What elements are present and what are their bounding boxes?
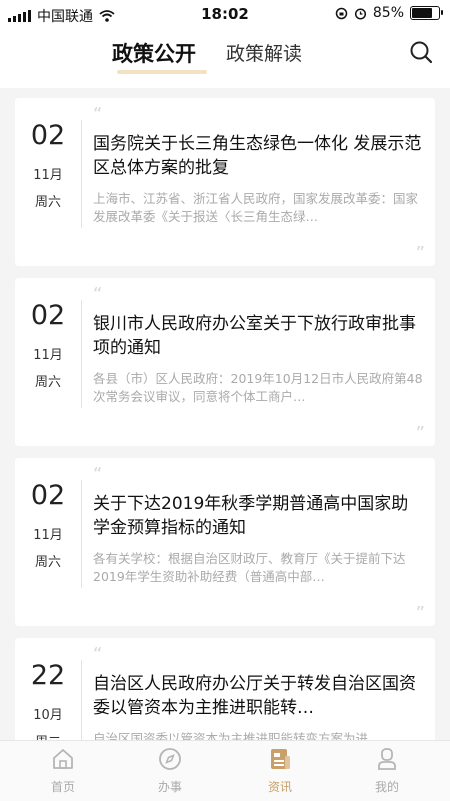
tab-profile-label: 我的 [374,780,399,794]
item-summary: 各有关学校：根据自治区财政厅、教育厅《关于提前下达2019年学生资助补助经费（普… [93,551,406,584]
battery-icon [410,6,443,20]
item-title[interactable]: 自治区人民政府办公厅关于转发自治区国资委以管资本为主推进职能转… [93,672,425,720]
date-day: 02 [30,480,66,511]
divider [81,660,82,740]
date-weekday: 周六 [34,375,61,390]
quote-open-icon: “ [93,104,103,125]
item-title[interactable]: 银川市人民政府办公室关于下放行政审批事项的通知 [93,312,425,360]
policy-list[interactable]: 02 11月 周六 “ 国务院关于长三角生态绿色一体化 发展示范区总体方案的批复… [0,88,450,740]
tab-active-underline [117,70,207,74]
tab-profile[interactable]: 我的 [357,747,417,795]
date-month: 11月 [33,348,63,363]
divider [81,480,82,588]
tab-services-label: 办事 [157,780,182,794]
header: 政策公开 政策解读 [0,28,450,88]
date-weekday: 周二 [15,731,81,740]
list-item[interactable]: 02 11月 周六 “ 国务院关于长三角生态绿色一体化 发展示范区总体方案的批复… [15,98,435,266]
date-month: 10月 [33,708,63,723]
date-month: 11月 [33,528,63,543]
battery-fill [412,8,433,18]
list-item[interactable]: 22 10月 周二 “ 自治区人民政府办公厅关于转发自治区国资委以管资本为主推进… [15,638,435,740]
date-day: 02 [30,120,66,151]
tab-news-label: 资讯 [267,780,292,794]
item-summary: 上海市、江苏省、浙江省人民政府，国家发展改革委：国家发展改革委《关于报送〈长三角… [93,191,419,224]
item-summary: 各县（市）区人民政府：2019年10月12日市人民政府第48次常务会议审议，同意… [93,371,423,404]
tab-news[interactable]: 资讯 [250,747,310,795]
tab-home-label: 首页 [50,780,75,794]
date-month: 11月 [33,168,63,183]
compass-icon [159,748,181,770]
quote-close-icon: ” [415,243,425,264]
divider [81,120,82,228]
battery-percent: 85% [372,5,404,21]
rotation-lock-icon [335,7,348,19]
home-icon [53,749,73,769]
profile-icon [378,748,396,770]
quote-close-icon: ” [415,603,425,624]
quote-close-icon: ” [415,423,425,444]
tab-services[interactable]: 办事 [140,747,200,795]
bottom-tab-bar: 首页 办事 资讯 我的 [0,740,450,801]
quote-open-icon: “ [93,284,103,305]
tab-policy-interpretation[interactable]: 政策解读 [226,39,302,66]
status-bar: 中国联通 18:02 85% [0,0,450,28]
item-summary: 自治区国资委以管资本为主推进职能转变方案为进 [93,731,369,740]
list-item[interactable]: 02 11月 周六 “ 关于下达2019年秋季学期普通高中国家助学金预算指标的通… [15,458,435,626]
tab-home[interactable]: 首页 [33,747,93,795]
search-icon[interactable] [409,40,433,64]
tab-policy-public[interactable]: 政策公开 [112,38,196,68]
date-weekday: 周六 [34,555,61,570]
date-day: 22 [30,660,66,691]
list-item[interactable]: 02 11月 周六 “ 银川市人民政府办公室关于下放行政审批事项的通知 各县（市… [15,278,435,446]
date-day: 02 [30,300,66,331]
quote-open-icon: “ [93,464,103,485]
status-right: 85% [335,5,443,21]
item-title[interactable]: 国务院关于长三角生态绿色一体化 发展示范区总体方案的批复 [93,132,425,180]
quote-open-icon: “ [93,644,103,665]
alarm-icon [354,7,366,20]
news-icon [271,749,290,769]
divider [81,300,82,408]
item-title[interactable]: 关于下达2019年秋季学期普通高中国家助学金预算指标的通知 [93,492,425,540]
date-weekday: 周六 [34,195,61,210]
